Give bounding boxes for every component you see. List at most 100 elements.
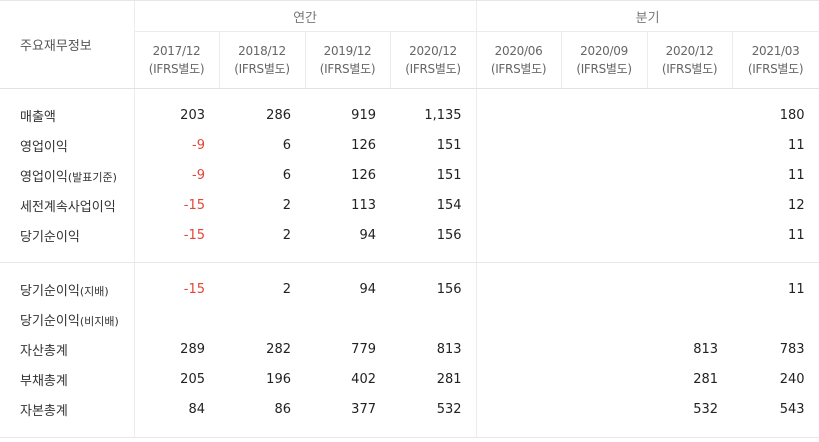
table-row: 자산총계 289 282 779 813 813 783: [0, 334, 819, 364]
row-label: 매출액: [0, 100, 134, 130]
row-label-text: 자본총계: [20, 403, 68, 419]
row-label-text: 당기순이익: [20, 229, 80, 245]
quarter-value-cell: 180: [732, 100, 819, 130]
row-label: 세전계속사업이익: [0, 190, 134, 220]
period-header: 2017/12 (IFRS별도): [133, 31, 219, 89]
quarter-value-cell: [475, 364, 562, 394]
annual-value-cell: 151: [436, 167, 462, 183]
quarter-value-cell: [647, 304, 732, 334]
row-label: 영업이익: [0, 130, 134, 160]
quarter-value-cell: [475, 160, 562, 190]
quarter-value-cell: 543: [732, 394, 819, 424]
quarter-value-cell: 240: [732, 364, 819, 394]
annual-value-cell: 402: [351, 371, 376, 387]
annual-value-cell: -9: [133, 160, 219, 190]
quarter-value-cell: [647, 160, 732, 190]
period-header: 2020/09 (IFRS별도): [560, 31, 648, 89]
quarter-value-cell: [647, 100, 732, 130]
annual-value-cell: 84: [133, 394, 219, 424]
quarter-value-cell: 11: [732, 274, 819, 304]
annual-value-cell: 377: [351, 401, 376, 417]
quarter-value-cell: [561, 364, 647, 394]
annual-value-cell: 779: [351, 341, 376, 357]
period-header: 2020/12 (IFRS별도): [646, 31, 733, 89]
annual-value-cell: -15: [133, 274, 219, 304]
annual-value-cell: 113: [351, 197, 376, 213]
annual-value-cell: 196: [266, 371, 291, 387]
quarter-value-cell: 281: [693, 371, 719, 387]
quarter-value-cell: [561, 220, 647, 250]
annual-value-cell: 154: [436, 197, 462, 213]
period-header: 2018/12 (IFRS별도): [218, 31, 305, 89]
quarter-value-cell: [561, 190, 647, 220]
quarter-value-cell: [561, 394, 647, 424]
annual-value-cell: [305, 304, 390, 334]
financial-summary-table: 주요재무정보 연간 분기 2017/12 (IFRS별도) 2018/12 (IFR…: [0, 0, 819, 438]
annual-value-cell: 2: [282, 281, 291, 297]
quarter-value-cell: [647, 190, 732, 220]
annual-value-cell: 151: [436, 137, 462, 153]
annual-value-cell: 1,135: [424, 107, 462, 123]
row-spacer: [0, 262, 819, 274]
table-body: 매출액 203 286 919 1,135 180 영업이익 -9 6 126 151 11 영업이익(…: [0, 88, 819, 438]
annual-value-cell: [133, 304, 219, 334]
quarter-value-cell: [561, 274, 647, 304]
row-label-text: 영업이익: [20, 139, 68, 155]
annual-value-cell: 6: [282, 167, 291, 183]
row-label-text: 부채총계: [20, 373, 68, 389]
quarter-value-cell: [647, 130, 732, 160]
annual-value-cell: [390, 304, 476, 334]
quarter-value-cell: [475, 274, 562, 304]
annual-value-cell: -15: [133, 190, 219, 220]
table-row: 당기순이익 -15 2 94 156 11: [0, 220, 819, 250]
annual-value-cell: 126: [351, 137, 376, 153]
row-label: 부채총계: [0, 364, 134, 394]
annual-value-cell: 813: [436, 341, 462, 357]
table-row: 세전계속사업이익 -15 2 113 154 12: [0, 190, 819, 220]
annual-value-cell: 281: [436, 371, 462, 387]
quarter-value-cell: 783: [732, 334, 819, 364]
annual-value-cell: 2: [282, 197, 291, 213]
row-label: 자본총계: [0, 394, 134, 424]
annual-value-cell: [219, 304, 305, 334]
quarter-value-cell: 532: [693, 401, 719, 417]
annual-value-cell: 126: [351, 167, 376, 183]
annual-value-cell: 205: [133, 364, 219, 394]
quarter-value-cell: [732, 304, 819, 334]
period-header: 2020/06 (IFRS별도): [475, 31, 562, 89]
quarter-value-cell: [475, 394, 562, 424]
corner-label: 주요재무정보: [0, 0, 134, 89]
table-row: 자본총계 84 86 377 532 532 543: [0, 394, 819, 424]
table-row: 영업이익 -9 6 126 151 11: [0, 130, 819, 160]
row-label-suffix: (지배): [79, 284, 109, 298]
quarter-value-cell: [475, 220, 562, 250]
table-row: 당기순이익(비지배): [0, 304, 819, 334]
quarter-value-cell: 11: [732, 220, 819, 250]
row-label-text: 자산총계: [20, 343, 68, 359]
quarter-value-cell: [475, 100, 562, 130]
quarter-value-cell: 813: [693, 341, 719, 357]
row-label-text: 매출액: [20, 109, 56, 125]
annual-value-cell: -15: [133, 220, 219, 250]
quarter-value-cell: [561, 304, 647, 334]
table-row: 당기순이익(지배) -15 2 94 156 11: [0, 274, 819, 304]
row-spacer: [0, 250, 819, 263]
row-label-suffix: (비지배): [79, 314, 119, 328]
row-label-text: 당기순이익: [20, 313, 80, 329]
annual-group-header: 연간: [133, 0, 477, 32]
quarter-value-cell: [647, 274, 732, 304]
annual-value-cell: 286: [266, 107, 291, 123]
annual-value-cell: 94: [359, 227, 376, 243]
annual-value-cell: 2: [282, 227, 291, 243]
quarter-value-cell: [561, 100, 647, 130]
row-label: 당기순이익(지배): [0, 274, 134, 304]
row-label: 당기순이익(비지배): [0, 304, 134, 334]
period-header: 2020/12 (IFRS별도): [389, 31, 477, 89]
annual-value-cell: 6: [282, 137, 291, 153]
annual-value-cell: 282: [266, 341, 291, 357]
annual-value-cell: 289: [133, 334, 219, 364]
row-label: 당기순이익: [0, 220, 134, 250]
annual-value-cell: 94: [359, 281, 376, 297]
row-spacer: [0, 88, 819, 100]
row-label-text: 당기순이익: [20, 283, 80, 299]
